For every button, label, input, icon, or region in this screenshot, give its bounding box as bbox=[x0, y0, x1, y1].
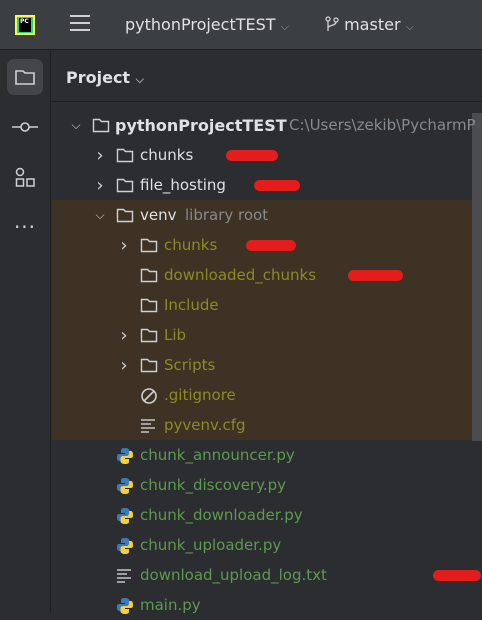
pycharm-logo: PC bbox=[15, 15, 35, 35]
chevron-right-icon[interactable]: › bbox=[118, 325, 130, 346]
redaction-mark bbox=[226, 150, 278, 161]
tree-item[interactable]: downloaded_chunks bbox=[52, 260, 472, 290]
python-file-icon bbox=[116, 477, 134, 494]
chevron-down-icon[interactable]: ⌵ bbox=[70, 118, 82, 133]
main-menu-icon[interactable] bbox=[70, 15, 90, 33]
python-file-icon bbox=[116, 537, 134, 554]
redaction-mark bbox=[433, 570, 481, 581]
item-name: chunk_announcer.py bbox=[140, 446, 295, 464]
item-name: chunk_discovery.py bbox=[140, 476, 287, 494]
tree-item[interactable]: › Scripts bbox=[52, 350, 472, 380]
item-name: file_hosting bbox=[140, 176, 226, 194]
text-file-icon bbox=[140, 417, 158, 433]
item-name: pyvenv.cfg bbox=[164, 416, 246, 434]
redaction-mark bbox=[246, 240, 296, 251]
title-bar: PC pythonProjectTEST ⌵ master ⌵ bbox=[0, 0, 482, 50]
chevron-right-icon[interactable]: › bbox=[118, 235, 130, 256]
chevron-right-icon[interactable]: › bbox=[118, 355, 130, 376]
folder-icon bbox=[116, 207, 134, 223]
tree-item[interactable]: › chunks bbox=[52, 140, 472, 170]
python-file-icon bbox=[116, 447, 134, 464]
chevron-down-icon[interactable]: ⌵ bbox=[94, 208, 106, 223]
chevron-down-icon: ⌵ bbox=[405, 20, 414, 33]
tree-item[interactable]: › Lib bbox=[52, 320, 472, 350]
item-name: chunk_uploader.py bbox=[140, 536, 282, 554]
folder-icon bbox=[116, 177, 134, 193]
tree-item[interactable]: pyvenv.cfg bbox=[52, 410, 472, 440]
folder-icon bbox=[140, 357, 158, 373]
item-name: chunk_downloader.py bbox=[140, 506, 303, 524]
commit-tool-button[interactable] bbox=[7, 109, 43, 145]
folder-icon bbox=[140, 297, 158, 313]
folder-icon bbox=[140, 267, 158, 283]
project-view-selector[interactable]: Project ⌵ bbox=[66, 68, 144, 87]
item-name: Scripts bbox=[164, 356, 216, 374]
tree-item[interactable]: ⌵ venv library root bbox=[52, 200, 472, 230]
root-path: C:\Users\zekib\PycharmP bbox=[289, 116, 476, 134]
tool-window-bar: ··· bbox=[0, 51, 51, 613]
commit-icon bbox=[12, 122, 38, 132]
tree-item[interactable]: chunk_downloader.py bbox=[52, 500, 472, 530]
root-name: pythonProjectTEST bbox=[115, 115, 287, 135]
item-hint: library root bbox=[185, 206, 269, 224]
python-file-icon bbox=[116, 507, 134, 524]
text-file-icon bbox=[116, 567, 134, 583]
project-selector[interactable]: pythonProjectTEST ⌵ bbox=[125, 15, 289, 34]
scrollbar[interactable] bbox=[472, 113, 482, 441]
project-panel: Project ⌵ ⌵ pythonProjectTEST C:\Users\zek… bbox=[52, 51, 482, 614]
chevron-right-icon[interactable]: › bbox=[94, 145, 106, 166]
item-name: .gitignore bbox=[164, 386, 236, 404]
item-name: main.py bbox=[140, 596, 201, 614]
branch-selector[interactable]: master ⌵ bbox=[325, 15, 414, 34]
tree-item[interactable]: › chunks bbox=[52, 230, 472, 260]
item-name: chunks bbox=[140, 146, 194, 164]
chevron-right-icon[interactable]: › bbox=[94, 175, 106, 196]
folder-icon bbox=[92, 117, 110, 133]
item-name: downloaded_chunks bbox=[164, 266, 317, 284]
folder-icon bbox=[140, 237, 158, 253]
project-tool-button[interactable] bbox=[7, 59, 43, 95]
folder-icon bbox=[116, 147, 134, 163]
redaction-mark bbox=[348, 270, 403, 281]
redaction-mark bbox=[254, 180, 300, 191]
folder-icon bbox=[15, 70, 35, 85]
tree-root[interactable]: ⌵ pythonProjectTEST C:\Users\zekib\Pycharm… bbox=[52, 110, 475, 140]
item-name: chunks bbox=[164, 236, 218, 254]
tree-item[interactable]: › file_hosting bbox=[52, 170, 472, 200]
divider bbox=[52, 101, 482, 102]
tree-item[interactable]: chunk_uploader.py bbox=[52, 530, 472, 560]
item-name: Lib bbox=[164, 326, 187, 344]
structure-tool-button[interactable] bbox=[7, 159, 43, 195]
tree-item[interactable]: .gitignore bbox=[52, 380, 472, 410]
tree-item[interactable]: Include bbox=[52, 290, 472, 320]
item-name: Include bbox=[164, 296, 219, 314]
git-branch-icon bbox=[325, 16, 339, 31]
structure-icon bbox=[15, 167, 35, 187]
python-file-icon bbox=[116, 597, 134, 614]
tree-item[interactable]: download_upload_log.txt bbox=[52, 560, 481, 590]
tree-item[interactable]: main.py bbox=[52, 590, 472, 620]
chevron-down-icon: ⌵ bbox=[135, 73, 144, 86]
gitignore-icon bbox=[140, 387, 158, 404]
tree-item[interactable]: chunk_discovery.py bbox=[52, 470, 472, 500]
chevron-down-icon: ⌵ bbox=[280, 20, 289, 33]
item-name: download_upload_log.txt bbox=[140, 566, 327, 584]
item-name: venv bbox=[140, 206, 177, 224]
more-tools-icon[interactable]: ··· bbox=[7, 209, 43, 245]
tree-item[interactable]: chunk_announcer.py bbox=[52, 440, 472, 470]
folder-icon bbox=[140, 327, 158, 343]
